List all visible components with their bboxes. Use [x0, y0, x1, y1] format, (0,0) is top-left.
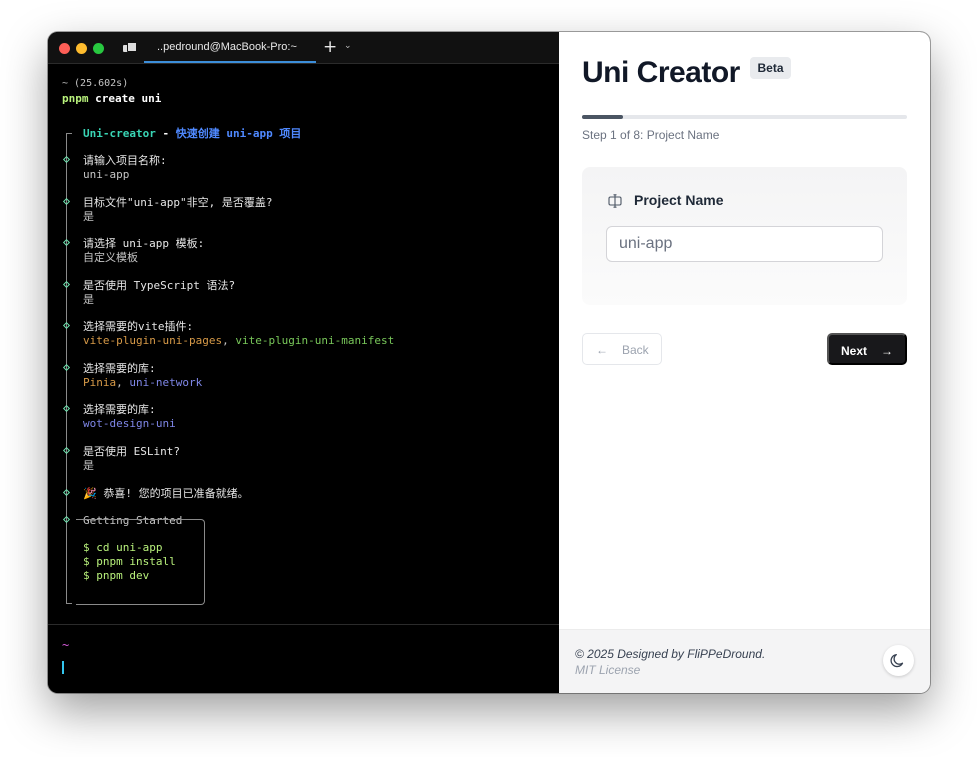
plugin-option: vite-plugin-uni-pages	[83, 334, 223, 347]
prompt-question: 请选择 uni-app 模板:	[83, 237, 205, 250]
arrow-right-icon: →	[881, 344, 893, 358]
back-button-label: Back	[622, 343, 649, 357]
library-option: Pinia	[83, 376, 117, 389]
close-window-button[interactable]	[59, 43, 70, 54]
prompt-divider	[48, 624, 559, 625]
step-diamond-icon	[62, 363, 71, 372]
text-cursor[interactable]	[62, 661, 64, 674]
step-diamond-icon	[62, 515, 71, 524]
step-diamond-icon	[62, 238, 71, 247]
answer-sep: ,	[222, 334, 236, 347]
plugin-option: vite-plugin-uni-manifest	[235, 334, 395, 347]
prompt-question: 选择需要的库:	[83, 362, 156, 375]
tree-corner-bottom	[66, 603, 72, 604]
theme-toggle-button[interactable]	[883, 645, 914, 676]
step-progress-fill	[582, 115, 623, 119]
prompt-answer: 是	[83, 459, 94, 472]
success-message: 🎉 恭喜! 您的项目已准备就绪。	[83, 487, 249, 501]
app-window: ..pedround@MacBook-Pro:~ + ⌄ ~ (25.602s)…	[48, 32, 930, 693]
prompt-answer: uni-app	[83, 168, 130, 181]
uni-creator-panel: Uni Creator Beta Step 1 of 8: Project Na…	[559, 32, 930, 693]
next-button-label: Next	[841, 344, 868, 358]
footer: © 2025 Designed by FliPPeDround. MIT Lic…	[559, 629, 930, 693]
tab-menu-chevron-icon[interactable]: ⌄	[344, 41, 352, 51]
command-hint: $ cd uni-app	[83, 541, 163, 554]
cli-name: Uni-creator	[83, 127, 156, 140]
step-progress-bar	[582, 115, 907, 119]
prompt-question: 是否使用 TypeScript 语法?	[83, 279, 236, 292]
beta-badge: Beta	[750, 57, 791, 79]
command-hint: $ pnpm dev	[83, 569, 150, 582]
command-args: create uni	[88, 92, 162, 105]
prompt-question: 选择需要的vite插件:	[83, 320, 194, 333]
prompt-answer: 是	[83, 210, 94, 223]
prompt-answer: 是	[83, 293, 94, 306]
command-line: pnpm create uni	[62, 92, 161, 106]
project-name-card: Project Name	[582, 167, 907, 305]
footer-credit: © 2025 Designed by FliPPeDround.	[575, 647, 766, 661]
back-button[interactable]: ← Back	[582, 333, 662, 365]
cli-description: 快速创建 uni-app 项目	[175, 127, 302, 140]
prompt-answer: wot-design-uni	[83, 417, 176, 430]
party-popper-icon: 🎉	[83, 487, 97, 500]
step-diamond-icon	[62, 155, 71, 164]
step-diamond-icon	[62, 488, 71, 497]
terminal-tab-title: ..pedround@MacBook-Pro:~	[157, 41, 297, 53]
command-timing: ~ (25.602s)	[62, 78, 129, 89]
library-option: uni-network	[129, 376, 203, 389]
project-name-label: Project Name	[634, 192, 724, 208]
step-diamond-icon	[62, 404, 71, 413]
prompt-answer: 自定义模板	[83, 251, 138, 264]
terminal-pane[interactable]: ..pedround@MacBook-Pro:~ + ⌄ ~ (25.602s)…	[48, 32, 559, 693]
step-diamond-icon	[62, 280, 71, 289]
tab-overview-icon[interactable]	[123, 42, 137, 52]
cli-header-sep: -	[155, 127, 176, 140]
step-diamond-icon	[62, 321, 71, 330]
terminal-tabbar: ..pedround@MacBook-Pro:~ + ⌄	[48, 32, 559, 64]
minimize-window-button[interactable]	[76, 43, 87, 54]
prompt-answer: vite-plugin-uni-pages, vite-plugin-uni-m…	[83, 334, 394, 348]
prompt-question: 选择需要的库:	[83, 403, 156, 416]
moon-icon	[890, 653, 904, 668]
success-text: 恭喜! 您的项目已准备就绪。	[103, 487, 249, 500]
answer-sep: ,	[116, 376, 130, 389]
command-pnpm: pnpm	[62, 92, 89, 105]
project-name-input[interactable]	[606, 226, 883, 262]
terminal-tab[interactable]: ..pedround@MacBook-Pro:~	[144, 32, 316, 63]
step-diamond-icon	[62, 197, 71, 206]
zoom-window-button[interactable]	[93, 43, 104, 54]
command-hint: $ pnpm install	[83, 555, 176, 568]
step-indicator: Step 1 of 8: Project Name	[582, 128, 720, 142]
new-tab-button[interactable]: +	[323, 37, 337, 57]
prompt-question: 是否使用 ESLint?	[83, 445, 180, 458]
prompt-question: 目标文件"uni-app"非空, 是否覆盖?	[83, 196, 273, 209]
footer-license: MIT License	[575, 663, 641, 677]
step-diamond-icon	[62, 446, 71, 455]
text-cursor-input-icon	[608, 194, 622, 208]
prompt-question: 请输入项目名称:	[83, 154, 167, 167]
page-title: Uni Creator	[582, 56, 740, 89]
next-button[interactable]: Next →	[827, 333, 907, 365]
shell-prompt: ~	[62, 638, 70, 652]
prompt-answer: Pinia, uni-network	[83, 376, 202, 390]
cli-header: Uni-creator - 快速创建 uni-app 项目	[83, 127, 301, 141]
active-tab-indicator	[144, 61, 316, 63]
arrow-left-icon: ←	[596, 343, 608, 357]
